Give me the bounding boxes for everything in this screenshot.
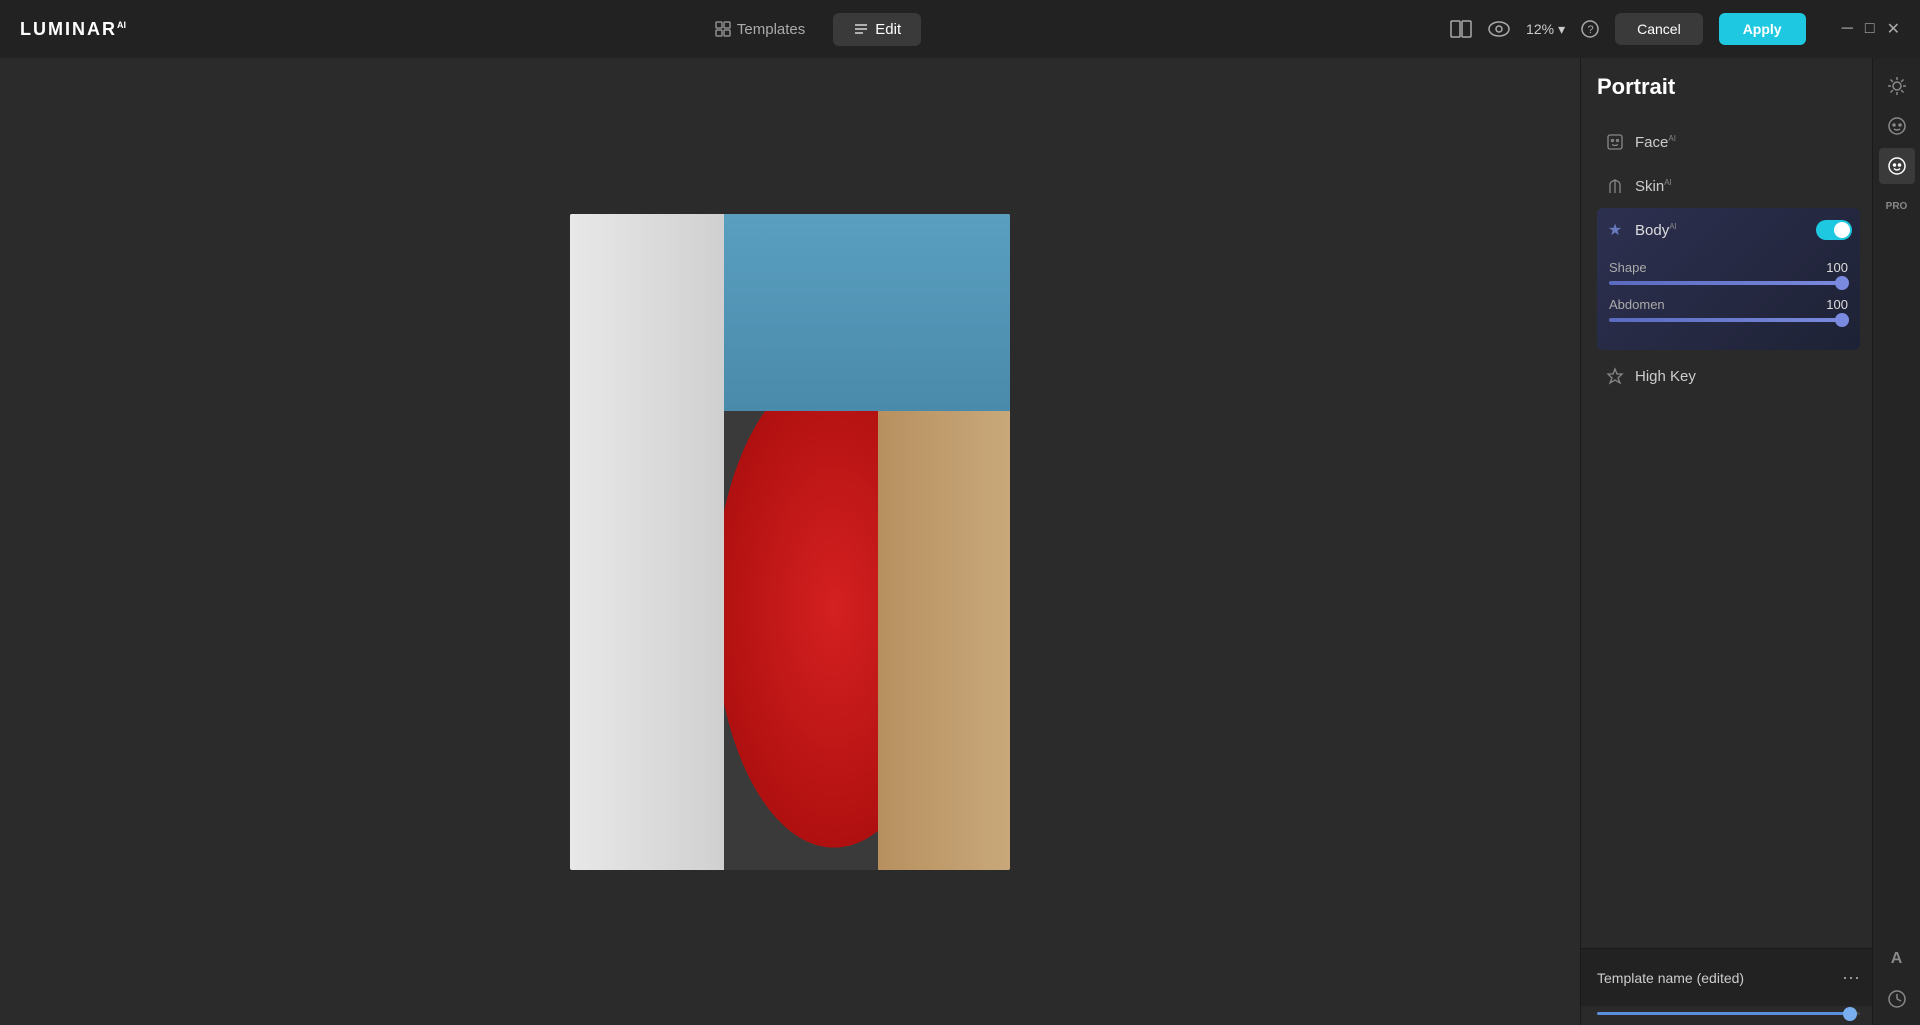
panel-title: Portrait bbox=[1597, 74, 1860, 100]
panel-icons: PRO A bbox=[1872, 58, 1920, 1025]
topbar-right: 12% ▾ ? Cancel Apply ─ □ ✕ bbox=[1450, 13, 1900, 45]
canvas-area bbox=[0, 58, 1580, 1025]
bottom-bar: Template name (edited) ··· bbox=[1581, 948, 1920, 1006]
bottom-section: Template name (edited) ··· bbox=[1581, 948, 1920, 1025]
template-intensity-thumb[interactable] bbox=[1843, 1007, 1857, 1021]
templates-tab[interactable]: Templates bbox=[695, 13, 825, 46]
template-options-button[interactable]: ··· bbox=[1842, 967, 1860, 988]
photo-container bbox=[570, 214, 1010, 870]
svg-text:?: ? bbox=[1588, 24, 1594, 36]
body-section: ★ BodyAI Shape 100 bbox=[1597, 208, 1860, 350]
photo-frame bbox=[570, 214, 1010, 870]
apply-button[interactable]: Apply bbox=[1719, 13, 1806, 45]
cancel-button[interactable]: Cancel bbox=[1615, 13, 1703, 45]
text-tool-btn[interactable]: A bbox=[1879, 941, 1915, 977]
bottom-slider-container bbox=[1581, 1006, 1920, 1025]
abdomen-slider-track[interactable] bbox=[1609, 318, 1848, 322]
pro-panel-icon-btn[interactable]: PRO bbox=[1879, 188, 1915, 224]
body-sliders: Shape 100 Abdomen 100 bbox=[1597, 252, 1860, 350]
abdomen-label: Abdomen bbox=[1609, 297, 1665, 312]
highkey-icon bbox=[1605, 366, 1625, 386]
face-section-row[interactable]: FaceAI bbox=[1597, 120, 1860, 164]
photo-image bbox=[570, 214, 1010, 870]
abdomen-value: 100 bbox=[1826, 297, 1848, 312]
skin-label: SkinAI bbox=[1635, 178, 1852, 195]
right-panel: Portrait FaceAI bbox=[1580, 58, 1920, 1025]
face-panel-icon-btn[interactable] bbox=[1879, 108, 1915, 144]
sun-icon-btn[interactable] bbox=[1879, 68, 1915, 104]
face-label: FaceAI bbox=[1635, 134, 1852, 151]
maximize-button[interactable]: □ bbox=[1865, 20, 1875, 38]
clock-btn[interactable] bbox=[1879, 981, 1915, 1017]
body-section-header[interactable]: ★ BodyAI bbox=[1597, 208, 1860, 252]
dual-screen-btn[interactable] bbox=[1450, 20, 1472, 38]
body-toggle[interactable] bbox=[1816, 220, 1852, 240]
panel-content: Portrait FaceAI bbox=[1581, 58, 1920, 948]
smiley-panel-icon-btn[interactable] bbox=[1879, 148, 1915, 184]
highkey-label: High Key bbox=[1635, 368, 1852, 385]
minimize-button[interactable]: ─ bbox=[1842, 20, 1853, 38]
body-label: BodyAI bbox=[1635, 222, 1806, 239]
shape-value: 100 bbox=[1826, 260, 1848, 275]
app-logo: LUMINARAI bbox=[20, 19, 126, 40]
nav-tabs: Templates Edit bbox=[166, 13, 1450, 46]
shape-slider-track[interactable] bbox=[1609, 281, 1848, 285]
shape-label: Shape bbox=[1609, 260, 1647, 275]
skin-section-row[interactable]: SkinAI bbox=[1597, 164, 1860, 208]
close-button[interactable]: ✕ bbox=[1887, 19, 1900, 39]
template-name-label: Template name (edited) bbox=[1597, 970, 1834, 986]
help-btn[interactable]: ? bbox=[1581, 20, 1599, 38]
zoom-control[interactable]: 12% ▾ bbox=[1526, 21, 1565, 38]
skin-icon bbox=[1605, 176, 1625, 196]
eye-btn[interactable] bbox=[1488, 21, 1510, 37]
main-content: Portrait FaceAI bbox=[0, 58, 1920, 1025]
shape-slider-thumb[interactable] bbox=[1835, 276, 1849, 290]
topbar: LUMINARAI Templates Edit bbox=[0, 0, 1920, 58]
template-intensity-slider[interactable] bbox=[1597, 1012, 1860, 1015]
window-controls: ─ □ ✕ bbox=[1842, 19, 1900, 39]
abdomen-slider-row: Abdomen 100 bbox=[1609, 297, 1848, 322]
face-icon bbox=[1605, 132, 1625, 152]
abdomen-slider-thumb[interactable] bbox=[1835, 313, 1849, 327]
highkey-section-row[interactable]: High Key bbox=[1597, 354, 1860, 398]
edit-tab[interactable]: Edit bbox=[833, 13, 921, 46]
body-icon: ★ bbox=[1605, 220, 1625, 240]
shape-slider-row: Shape 100 bbox=[1609, 260, 1848, 285]
